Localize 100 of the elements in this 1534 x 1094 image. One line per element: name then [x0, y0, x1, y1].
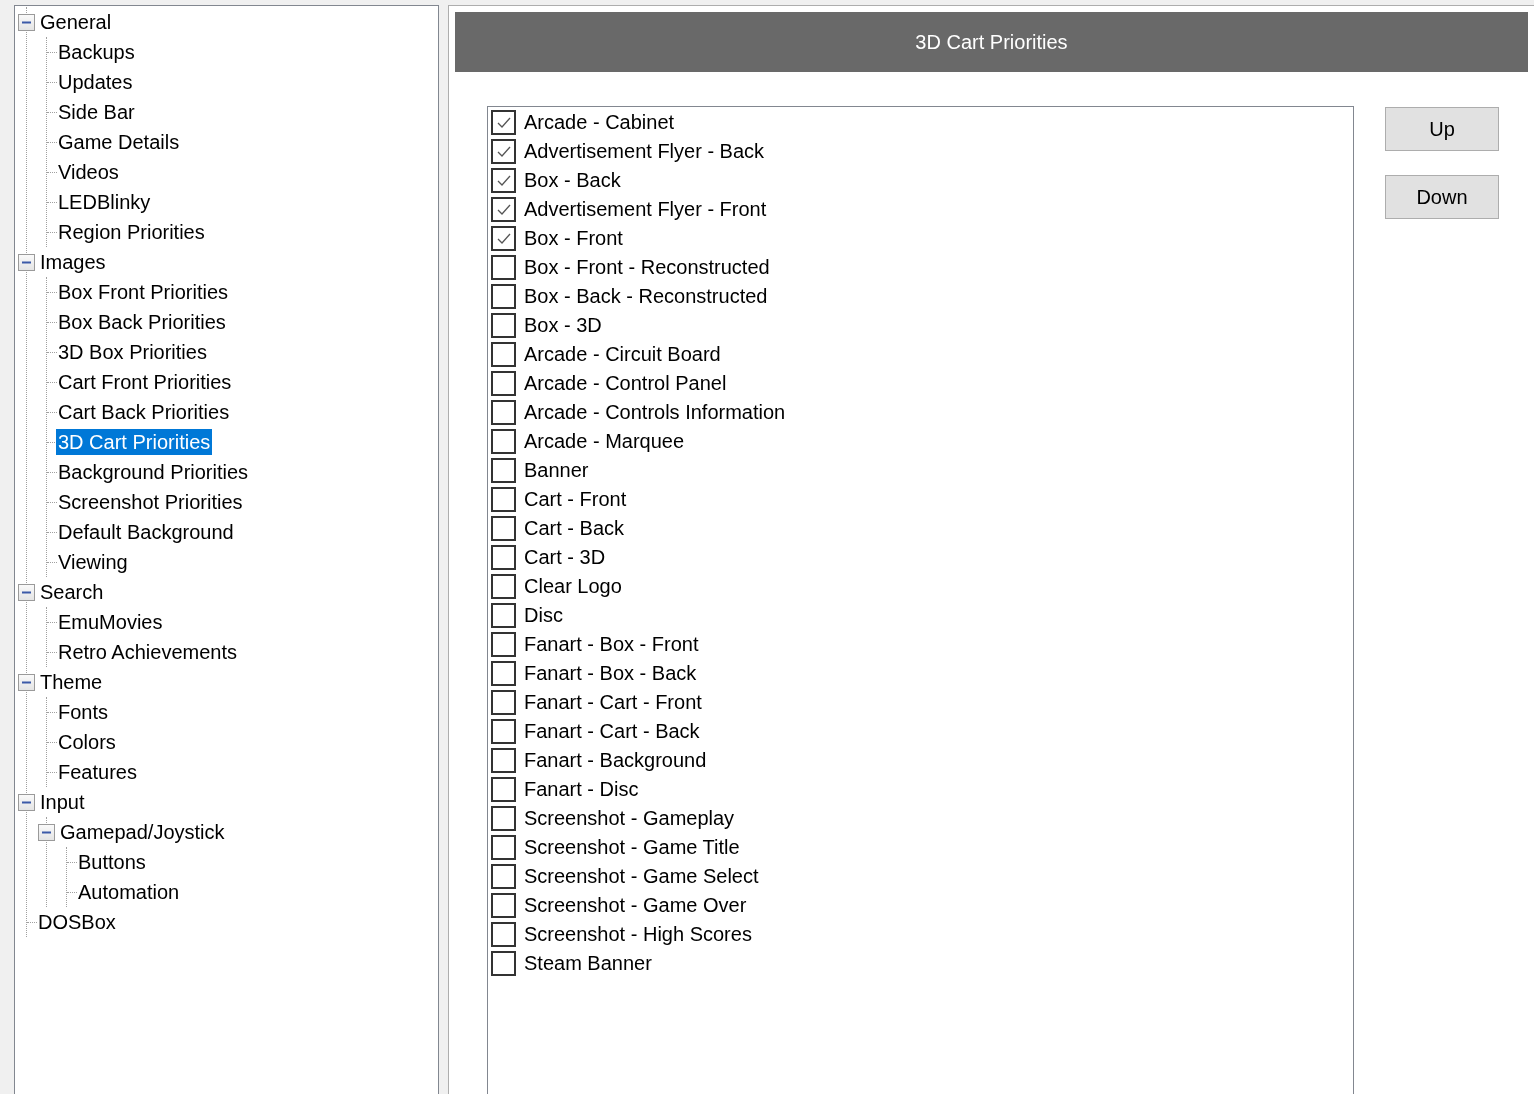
checkbox-label: Arcade - Marquee: [524, 430, 685, 453]
tree-item[interactable]: EmuMovies: [56, 609, 165, 635]
check-icon: [495, 231, 512, 246]
checkbox[interactable]: [491, 603, 516, 628]
checkbox[interactable]: [491, 632, 516, 657]
check-icon: [495, 144, 512, 159]
tree-item[interactable]: Search: [38, 579, 106, 605]
checkbox[interactable]: [491, 371, 516, 396]
checkbox[interactable]: [491, 429, 516, 454]
collapse-icon[interactable]: [38, 823, 55, 841]
tree-item[interactable]: Box Back Priorities: [56, 309, 228, 335]
tree-item[interactable]: Backups: [56, 39, 137, 65]
checkbox-label: Disc: [524, 604, 563, 627]
checkbox-label: Screenshot - Game Title: [524, 836, 740, 859]
checkbox[interactable]: [491, 458, 516, 483]
checkbox-label: Box - Front: [524, 227, 623, 250]
tree-item[interactable]: Cart Front Priorities: [56, 369, 234, 395]
collapse-icon[interactable]: [18, 793, 35, 811]
checkbox-label: Cart - Front: [524, 488, 627, 511]
checkbox-label: Advertisement Flyer - Back: [524, 140, 765, 163]
checkbox-label: Banner: [524, 459, 589, 482]
checkbox[interactable]: [491, 487, 516, 512]
checkbox[interactable]: [491, 777, 516, 802]
collapse-icon[interactable]: [18, 253, 35, 271]
tree-item[interactable]: Background Priorities: [56, 459, 251, 485]
checkbox[interactable]: [491, 835, 516, 860]
tree-item[interactable]: Buttons: [76, 849, 148, 875]
checkbox[interactable]: [491, 226, 516, 251]
checkbox-label: Advertisement Flyer - Front: [524, 198, 767, 221]
checkbox-label: Fanart - Cart - Back: [524, 720, 700, 743]
checkbox-label: Fanart - Box - Front: [524, 633, 699, 656]
tree-item[interactable]: Gamepad/Joystick: [58, 819, 227, 845]
checkbox[interactable]: [491, 690, 516, 715]
tree-item[interactable]: Images: [38, 249, 108, 275]
checkbox[interactable]: [491, 313, 516, 338]
tree-item[interactable]: Screenshot Priorities: [56, 489, 245, 515]
checkbox[interactable]: [491, 400, 516, 425]
check-icon: [495, 173, 512, 188]
checkbox-label: Box - Back - Reconstructed: [524, 285, 768, 308]
tree-item[interactable]: Input: [38, 789, 87, 815]
checkbox[interactable]: [491, 545, 516, 570]
collapse-icon[interactable]: [18, 673, 35, 691]
tree-item[interactable]: Automation: [76, 879, 182, 905]
checkbox[interactable]: [491, 748, 516, 773]
tree-item[interactable]: Box Front Priorities: [56, 279, 231, 305]
tree-item[interactable]: Theme: [38, 669, 105, 695]
down-button[interactable]: Down: [1385, 175, 1499, 219]
tree-item[interactable]: Videos: [56, 159, 121, 185]
checkbox-label: Steam Banner: [524, 952, 652, 975]
tree-item[interactable]: Fonts: [56, 699, 111, 725]
tree-item[interactable]: Colors: [56, 729, 118, 755]
checkbox-label: Box - Back: [524, 169, 621, 192]
checkbox[interactable]: [491, 864, 516, 889]
tree-item[interactable]: Side Bar: [56, 99, 137, 125]
tree-item[interactable]: Viewing: [56, 549, 130, 575]
checkbox-label: Cart - 3D: [524, 546, 606, 569]
checkbox-label: Fanart - Background: [524, 749, 707, 772]
checkbox[interactable]: [491, 806, 516, 831]
panel-title: 3D Cart Priorities: [455, 12, 1528, 72]
collapse-icon[interactable]: [18, 583, 35, 601]
checkbox[interactable]: [491, 719, 516, 744]
checkbox-label: Cart - Back: [524, 517, 625, 540]
tree-item[interactable]: Region Priorities: [56, 219, 207, 245]
checkbox-label: Screenshot - High Scores: [524, 923, 752, 946]
up-button[interactable]: Up: [1385, 107, 1499, 151]
tree-item[interactable]: Game Details: [56, 129, 182, 155]
checkbox[interactable]: [491, 255, 516, 280]
checkbox[interactable]: [491, 951, 516, 976]
checkbox-label: Screenshot - Game Over: [524, 894, 747, 917]
tree-item[interactable]: 3D Box Priorities: [56, 339, 209, 365]
checkbox[interactable]: [491, 110, 516, 135]
tree-item[interactable]: 3D Cart Priorities: [56, 429, 213, 455]
checkbox[interactable]: [491, 139, 516, 164]
checkbox-label: Clear Logo: [524, 575, 622, 598]
tree-item[interactable]: Updates: [56, 69, 135, 95]
tree-item[interactable]: Default Background: [56, 519, 236, 545]
tree-item[interactable]: DOSBox: [36, 909, 118, 935]
checkbox[interactable]: [491, 516, 516, 541]
checkbox-label: Arcade - Cabinet: [524, 111, 675, 134]
checkbox-label: Screenshot - Game Select: [524, 865, 759, 888]
tree-item[interactable]: General: [38, 9, 114, 35]
checkbox[interactable]: [491, 197, 516, 222]
collapse-icon[interactable]: [18, 13, 35, 31]
tree-item[interactable]: Cart Back Priorities: [56, 399, 232, 425]
checkbox[interactable]: [491, 661, 516, 686]
checkbox-label: Arcade - Controls Information: [524, 401, 786, 424]
checkbox[interactable]: [491, 168, 516, 193]
tree-item[interactable]: Features: [56, 759, 139, 785]
checkbox[interactable]: [491, 922, 516, 947]
tree-item[interactable]: LEDBlinky: [56, 189, 153, 215]
checkbox-label: Fanart - Disc: [524, 778, 639, 801]
checkbox[interactable]: [491, 342, 516, 367]
checkbox[interactable]: [491, 284, 516, 309]
checkbox[interactable]: [491, 893, 516, 918]
tree-item[interactable]: Retro Achievements: [56, 639, 239, 665]
checkbox-label: Box - 3D: [524, 314, 602, 337]
checkbox-label: Arcade - Control Panel: [524, 372, 727, 395]
checkbox[interactable]: [491, 574, 516, 599]
check-icon: [495, 202, 512, 217]
checkbox-label: Arcade - Circuit Board: [524, 343, 721, 366]
